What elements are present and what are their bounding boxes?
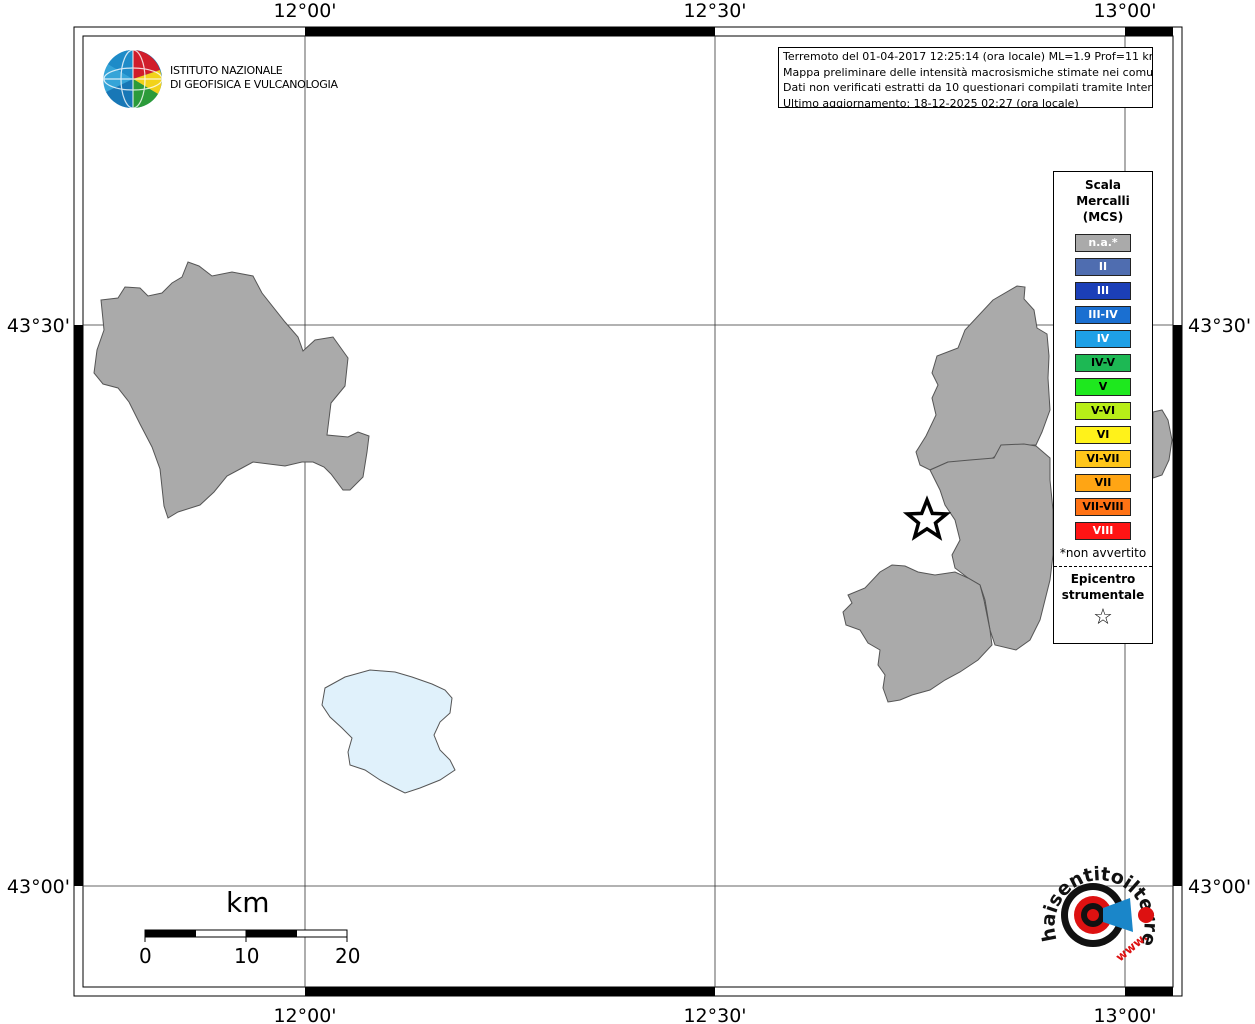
scale-label-20: 20: [335, 944, 361, 968]
event-info-line-4: Ultimo aggiornamento: 18-12-2025 02:27 (…: [783, 96, 1079, 108]
legend-item: n.a.*: [1075, 234, 1131, 252]
watermark-prefix: www.: [1113, 930, 1150, 965]
event-info-line-2: Mappa preliminare delle intensità macros…: [783, 65, 1153, 79]
legend-title-line-1: Scala: [1084, 178, 1122, 192]
legend-epicenter-line-1: Epicentro: [1070, 572, 1136, 586]
legend-epicenter-label: Epicentro strumentale: [1054, 571, 1152, 603]
event-info-box: Terremoto del 01-04-2017 12:25:14 (ora l…: [778, 47, 1153, 108]
legend-item: IV: [1075, 330, 1131, 348]
lat-label-left-2: 43°00': [7, 876, 70, 898]
scale-label-0: 0: [139, 944, 152, 968]
scale-bar: [144, 929, 348, 942]
legend-item: IV-V: [1075, 354, 1131, 372]
legend-title-line-3: (MCS): [1082, 210, 1124, 224]
ingv-logo-text: ISTITUTO NAZIONALE DI GEOFISICA E VULCAN…: [170, 64, 338, 92]
legend-item: VI: [1075, 426, 1131, 444]
ingv-globe-icon: [103, 49, 163, 109]
legend-item: VIII: [1075, 522, 1131, 540]
legend-items: n.a.* II III III-IV IV IV-V V V-VI VI VI-VII VII VI…: [1054, 234, 1152, 540]
legend-item: III: [1075, 282, 1131, 300]
legend-item: VII: [1075, 474, 1131, 492]
legend-item: III-IV: [1075, 306, 1131, 324]
municipality-west: [93, 261, 370, 519]
municipality-east-south: [842, 564, 993, 703]
lon-label-bottom-3: 13°00': [1093, 1005, 1156, 1024]
legend-star-icon: ☆: [1093, 605, 1113, 630]
legend-title: Scala Mercalli (MCS): [1054, 177, 1152, 225]
lat-label-right-2: 43°00': [1188, 876, 1251, 898]
lon-label-top-1: 12°00': [273, 0, 336, 22]
lon-label-top-2: 12°30': [683, 0, 746, 22]
legend-item: II: [1075, 258, 1131, 276]
legend-epicenter-line-2: strumentale: [1061, 588, 1145, 602]
legend-item: VII-VIII: [1075, 498, 1131, 516]
event-info-line-3: Dati non verificati estratti da 10 quest…: [783, 81, 1153, 94]
lon-label-bottom-2: 12°30': [683, 1005, 746, 1024]
legend-note: *non avvertito: [1059, 546, 1147, 560]
ingv-logo-line-2: DI GEOFISICA E VULCANOLOGIA: [170, 78, 338, 91]
legend-item: V-VI: [1075, 402, 1131, 420]
lat-label-right-1: 43°30': [1188, 315, 1251, 337]
ingv-logo-line-1: ISTITUTO NAZIONALE: [170, 64, 283, 77]
legend-item: VI-VII: [1075, 450, 1131, 468]
lake: [321, 669, 456, 794]
municipality-east-edge: [1152, 409, 1173, 479]
lon-label-bottom-1: 12°00': [273, 1005, 336, 1024]
epicenter-star-icon: [902, 495, 952, 541]
lon-label-top-3: 13°00': [1093, 0, 1156, 22]
event-info-line-1: Terremoto del 01-04-2017 12:25:14 (ora l…: [783, 50, 1153, 63]
legend-item: V: [1075, 378, 1131, 396]
municipality-polygons: [93, 261, 1173, 703]
mcs-legend: Scala Mercalli (MCS) n.a.* II III III-IV IV I…: [1053, 171, 1153, 644]
scale-label-10: 10: [234, 944, 260, 968]
lat-label-left-1: 43°30': [7, 315, 70, 337]
legend-title-line-2: Mercalli: [1076, 194, 1130, 208]
legend-divider: [1054, 566, 1152, 567]
municipality-east-north: [915, 285, 1051, 471]
scale-title: km: [226, 886, 270, 919]
